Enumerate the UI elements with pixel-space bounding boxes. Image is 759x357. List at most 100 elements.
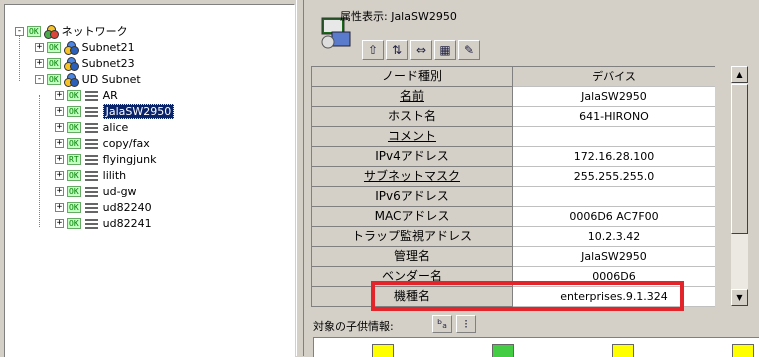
sort-button[interactable]: ⇅: [386, 40, 408, 60]
property-row-name[interactable]: 名前 JalaSW2950: [312, 87, 715, 107]
switch-icon: [84, 105, 99, 118]
property-key: IPv4アドレス: [312, 147, 513, 167]
expand-toggle[interactable]: +: [55, 122, 64, 132]
expand-toggle[interactable]: +: [55, 154, 64, 164]
property-row-comment[interactable]: コメント: [312, 127, 715, 147]
expand-toggle[interactable]: +: [55, 106, 64, 116]
triangle-up-icon: ▲: [736, 70, 743, 79]
status-badge: OK: [47, 73, 61, 85]
property-row-ipv4[interactable]: IPv4アドレス 172.16.28.100: [312, 147, 715, 167]
scroll-up-button[interactable]: ▲: [731, 66, 748, 83]
property-row-hostname[interactable]: ホスト名 641-HIRONO: [312, 107, 715, 127]
tree-node-device[interactable]: + OK ud82241: [55, 215, 152, 231]
tree-node-device[interactable]: + OK ud-gw: [55, 183, 137, 199]
property-row-mac[interactable]: MACアドレス 0006D6 AC7F00: [312, 207, 715, 227]
property-value[interactable]: JalaSW2950: [513, 87, 715, 107]
property-key: コメント: [312, 127, 513, 147]
network-icon: [63, 72, 79, 87]
property-value[interactable]: [513, 127, 715, 147]
property-header-row: ノード種別 デバイス: [312, 67, 715, 87]
expand-toggle[interactable]: +: [55, 138, 64, 148]
scroll-thumb[interactable]: [731, 84, 748, 234]
table-icon: ▦: [439, 43, 451, 57]
tree-node-root[interactable]: - OK ネットワーク: [15, 23, 128, 39]
device-icon[interactable]: [372, 344, 394, 357]
tree-label: lilith: [102, 168, 127, 182]
connect-button[interactable]: ⇔: [410, 40, 432, 60]
network-icon: [63, 56, 79, 71]
tree-label: AR: [102, 88, 118, 102]
property-value[interactable]: 255.255.255.0: [513, 167, 715, 187]
property-key: ホスト名: [312, 107, 513, 127]
property-key: MACアドレス: [312, 207, 513, 227]
tree-node-device[interactable]: + OK copy/fax: [55, 135, 150, 151]
expand-toggle[interactable]: +: [55, 170, 64, 180]
triangle-down-icon: ▼: [736, 293, 743, 302]
pane-splitter[interactable]: [296, 0, 304, 356]
tree-node-device-selected[interactable]: + OK JalaSW2950: [55, 103, 175, 119]
expand-toggle[interactable]: +: [55, 218, 64, 228]
property-row-trap-address[interactable]: トラップ監視アドレス 10.2.3.42: [312, 227, 715, 247]
tree-label: copy/fax: [102, 136, 150, 150]
scroll-down-button[interactable]: ▼: [731, 289, 748, 306]
property-value: 172.16.28.100: [513, 147, 715, 167]
tree-node-device[interactable]: + OK ud82240: [55, 199, 152, 215]
child-tree-button[interactable]: ⁝: [456, 315, 476, 333]
tree-line: [39, 95, 40, 227]
child-info-panel: [313, 337, 759, 357]
collapse-toggle[interactable]: -: [15, 26, 24, 36]
expand-toggle[interactable]: +: [55, 186, 64, 196]
panel-title: 属性表示: JalaSW2950: [340, 10, 457, 23]
switch-icon: [84, 169, 99, 182]
property-row-admin-name[interactable]: 管理名 JalaSW2950: [312, 247, 715, 267]
network-tree[interactable]: - OK ネットワーク + OK Subnet21 + OK Subnet23 …: [4, 4, 295, 357]
property-toolbar: ⇧ ⇅ ⇔ ▦ ✎: [362, 40, 480, 60]
network-icon: [43, 24, 59, 39]
property-row-subnet-mask[interactable]: サブネットマスク 255.255.255.0: [312, 167, 715, 187]
tree-node-device[interactable]: + RT flyingjunk: [55, 151, 156, 167]
status-badge: OK: [47, 57, 61, 69]
expand-toggle[interactable]: +: [55, 202, 64, 212]
tree-node-subnet21[interactable]: + OK Subnet21: [35, 39, 135, 55]
vertical-scrollbar[interactable]: ▲ ▼: [731, 66, 748, 306]
status-badge: OK: [67, 121, 81, 133]
tree-label: UD Subnet: [81, 72, 141, 86]
expand-toggle[interactable]: +: [55, 90, 64, 100]
tree-node-device[interactable]: + OK AR: [55, 87, 118, 103]
switch-icon: [84, 185, 99, 198]
child-view-button[interactable]: ᵇₐ: [432, 315, 452, 333]
status-badge: OK: [67, 185, 81, 197]
status-badge: OK: [67, 105, 81, 117]
edit-button[interactable]: ✎: [458, 40, 480, 60]
status-badge: OK: [67, 169, 81, 181]
collapse-toggle[interactable]: -: [35, 74, 44, 84]
tree-label: ud82240: [102, 200, 152, 214]
device-icon[interactable]: [612, 344, 634, 357]
property-value: 0006D6 AC7F00: [513, 207, 715, 227]
tree-node-ud-subnet[interactable]: - OK UD Subnet: [35, 71, 141, 87]
property-value: 641-HIRONO: [513, 107, 715, 127]
status-badge: OK: [67, 89, 81, 101]
table-view-button[interactable]: ▦: [434, 40, 456, 60]
edit-icon: ✎: [463, 43, 475, 57]
property-grid: ノード種別 デバイス 名前 JalaSW2950 ホスト名 641-HIRONO…: [311, 66, 715, 307]
tree-label: ud-gw: [102, 184, 137, 198]
tree-label: ud82241: [102, 216, 152, 230]
property-key: サブネットマスク: [312, 167, 513, 187]
switch-icon: [84, 153, 99, 166]
status-badge: RT: [67, 153, 81, 165]
expand-toggle[interactable]: +: [35, 42, 44, 52]
sort-icon: ⇅: [391, 43, 403, 57]
status-badge: OK: [67, 137, 81, 149]
property-row-ipv6[interactable]: IPv6アドレス: [312, 187, 715, 207]
link-icon: ⇔: [415, 43, 427, 57]
expand-toggle[interactable]: +: [35, 58, 44, 68]
move-up-button[interactable]: ⇧: [362, 40, 384, 60]
tree-node-device[interactable]: + OK alice: [55, 119, 128, 135]
property-value: 10.2.3.42: [513, 227, 715, 247]
tree-node-subnet23[interactable]: + OK Subnet23: [35, 55, 135, 71]
property-key: IPv6アドレス: [312, 187, 513, 207]
device-icon[interactable]: [732, 344, 754, 357]
port-icon[interactable]: [492, 344, 514, 357]
tree-node-device[interactable]: + OK lilith: [55, 167, 126, 183]
